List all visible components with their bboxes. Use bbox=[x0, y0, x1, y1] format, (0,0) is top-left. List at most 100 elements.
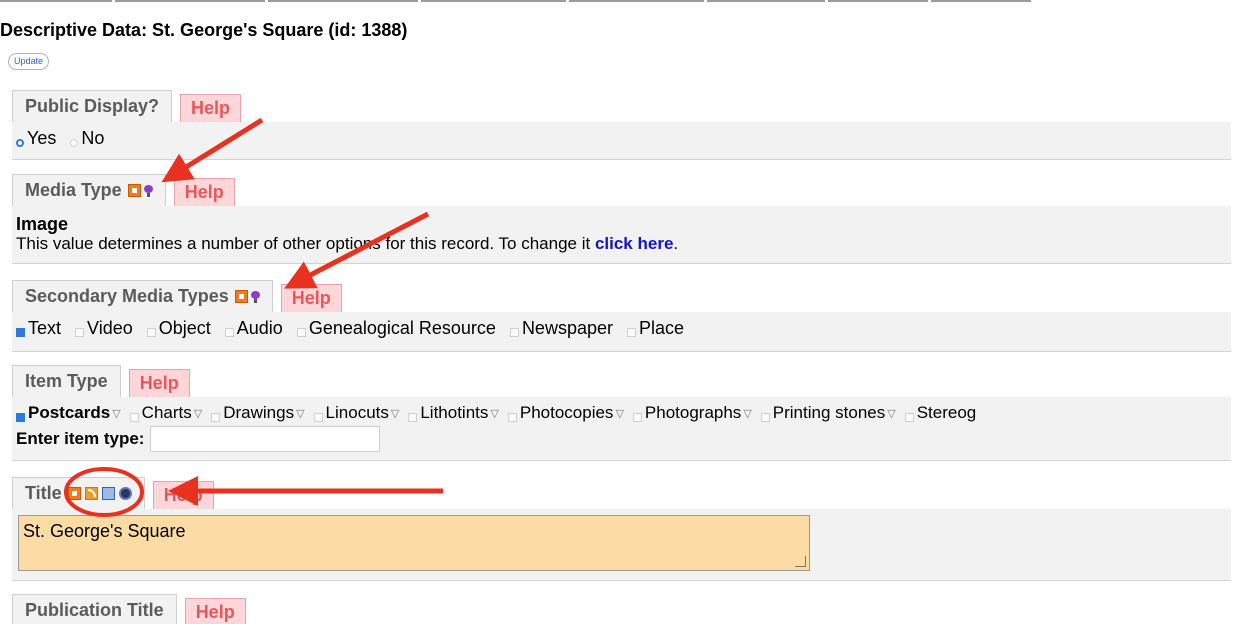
note-period: . bbox=[673, 234, 679, 253]
media-type-note-text: This value determines a number of other … bbox=[16, 234, 591, 253]
public-display-yes-option[interactable]: Yes bbox=[16, 128, 56, 149]
secondary-type-genealogical[interactable]: Genealogical Resource bbox=[296, 318, 496, 339]
public-display-help-button[interactable]: Help bbox=[180, 94, 242, 122]
secondary-media-types-tab: Secondary Media Types bbox=[12, 280, 273, 312]
secondary-type-text[interactable]: Text bbox=[16, 318, 61, 339]
item-type-body: Postcards ▽ Charts ▽ Drawings ▽ Linocuts ▽ L… bbox=[12, 397, 1231, 461]
item-type-lithotints[interactable]: Lithotints ▽ bbox=[408, 403, 502, 423]
update-button[interactable]: Update bbox=[8, 53, 50, 70]
option-label: Lithotints bbox=[420, 403, 489, 422]
lightbulb-icon[interactable] bbox=[143, 184, 153, 197]
item-type-tab: Item Type bbox=[12, 365, 121, 397]
chevron-down-icon[interactable]: ▽ bbox=[615, 407, 623, 420]
media-type-body: Image This value determines a number of … bbox=[12, 206, 1231, 264]
secondary-media-types-body: Text Video Object Audio Genealogical Res… bbox=[12, 312, 1231, 352]
orange-square-icon[interactable] bbox=[234, 290, 248, 303]
secondary-media-types-help-button[interactable]: Help bbox=[280, 284, 342, 312]
publication-title-label: Publication Title bbox=[25, 600, 164, 620]
checkbox[interactable] bbox=[760, 412, 770, 422]
item-type-help-button[interactable]: Help bbox=[128, 369, 190, 397]
secondary-media-types-header: Secondary Media Types Help bbox=[12, 280, 342, 312]
checkbox[interactable] bbox=[75, 328, 85, 337]
checkbox[interactable] bbox=[16, 328, 25, 337]
item-type-photocopies[interactable]: Photocopies ▽ bbox=[507, 403, 627, 423]
item-type-photographs[interactable]: Photographs ▽ bbox=[632, 403, 755, 423]
checkbox[interactable] bbox=[16, 412, 25, 422]
chevron-down-icon[interactable]: ▽ bbox=[391, 407, 399, 420]
option-label: Postcards bbox=[28, 403, 111, 422]
checkbox[interactable] bbox=[146, 328, 156, 337]
item-type-drawings[interactable]: Drawings ▽ bbox=[211, 403, 307, 423]
item-type-stereographs[interactable]: Stereog bbox=[904, 403, 977, 423]
title-help-button[interactable]: Help bbox=[152, 481, 214, 509]
page-title: Descriptive Data: St. George's Square (i… bbox=[0, 20, 408, 40]
option-label: Stereog bbox=[916, 403, 977, 422]
option-label: Printing stones bbox=[772, 403, 886, 422]
chevron-down-icon[interactable]: ▽ bbox=[887, 407, 895, 420]
item-type-linocuts[interactable]: Linocuts ▽ bbox=[313, 403, 403, 423]
option-label: Photocopies bbox=[519, 403, 614, 422]
orange-square-icon[interactable] bbox=[127, 184, 141, 197]
secondary-type-audio[interactable]: Audio bbox=[224, 318, 283, 339]
item-type-input[interactable] bbox=[150, 426, 381, 452]
chevron-down-icon[interactable]: ▽ bbox=[490, 407, 498, 420]
media-type-header: Media Type Help bbox=[12, 174, 235, 206]
chevron-down-icon[interactable]: ▽ bbox=[112, 407, 120, 420]
secondary-type-video[interactable]: Video bbox=[75, 318, 133, 339]
public-display-no-option[interactable]: No bbox=[70, 128, 104, 149]
lightbulb-icon[interactable] bbox=[250, 290, 260, 303]
checkbox[interactable] bbox=[509, 328, 519, 337]
checkbox[interactable] bbox=[408, 412, 418, 422]
publication-title-header: Publication Title Help bbox=[12, 594, 246, 624]
checkbox[interactable] bbox=[313, 412, 323, 422]
radio-no[interactable] bbox=[70, 138, 79, 147]
blue-square-icon[interactable] bbox=[101, 487, 115, 500]
secondary-type-object[interactable]: Object bbox=[146, 318, 211, 339]
change-media-type-link[interactable]: click here bbox=[595, 234, 673, 253]
orange-square-icon[interactable] bbox=[67, 487, 81, 500]
checkbox[interactable] bbox=[211, 412, 221, 422]
public-display-tab: Public Display? bbox=[12, 90, 173, 122]
item-type-charts[interactable]: Charts ▽ bbox=[129, 403, 206, 423]
chevron-down-icon[interactable]: ▽ bbox=[743, 407, 751, 420]
media-type-value: Image bbox=[16, 214, 69, 234]
checkbox[interactable] bbox=[296, 328, 306, 337]
option-label: Audio bbox=[236, 318, 283, 338]
item-type-printing-stones[interactable]: Printing stones ▽ bbox=[760, 403, 899, 423]
checkbox[interactable] bbox=[904, 412, 914, 422]
option-label: Video bbox=[87, 318, 133, 338]
option-label: No bbox=[81, 128, 105, 148]
checkbox[interactable] bbox=[507, 412, 517, 422]
item-type-postcards[interactable]: Postcards ▽ bbox=[16, 403, 124, 423]
media-type-label: Media Type bbox=[25, 180, 122, 200]
publication-title-help-button[interactable]: Help bbox=[184, 598, 246, 624]
checkbox[interactable] bbox=[224, 328, 234, 337]
enter-item-type-label: Enter item type: bbox=[16, 429, 145, 448]
title-tab: Title bbox=[12, 477, 145, 509]
checkbox[interactable] bbox=[632, 412, 642, 422]
checkbox[interactable] bbox=[129, 412, 139, 422]
option-label: Linocuts bbox=[325, 403, 389, 422]
chevron-down-icon[interactable]: ▽ bbox=[194, 407, 202, 420]
chevron-down-icon[interactable]: ▽ bbox=[296, 407, 304, 420]
item-type-header: Item Type Help bbox=[12, 365, 190, 397]
title-textarea[interactable]: St. George's Square bbox=[18, 515, 810, 571]
media-type-help-button[interactable]: Help bbox=[173, 178, 235, 206]
publication-title-tab: Publication Title bbox=[12, 594, 177, 624]
option-label: Charts bbox=[141, 403, 192, 422]
secondary-type-newspaper[interactable]: Newspaper bbox=[509, 318, 613, 339]
radio-yes[interactable] bbox=[16, 138, 24, 147]
option-label: Newspaper bbox=[521, 318, 613, 338]
secondary-type-place[interactable]: Place bbox=[626, 318, 684, 339]
option-label: Genealogical Resource bbox=[308, 318, 496, 338]
globe-icon[interactable] bbox=[118, 487, 132, 500]
media-type-tab: Media Type bbox=[12, 174, 166, 206]
secondary-media-types-label: Secondary Media Types bbox=[25, 286, 229, 306]
checkbox[interactable] bbox=[626, 328, 636, 337]
top-tab-strip bbox=[0, 0, 1040, 8]
public-display-label: Public Display? bbox=[25, 96, 160, 116]
option-label: Drawings bbox=[223, 403, 295, 422]
public-display-header: Public Display? Help bbox=[12, 90, 242, 122]
rss-icon[interactable] bbox=[84, 487, 98, 500]
public-display-body: Yes No bbox=[12, 122, 1231, 160]
